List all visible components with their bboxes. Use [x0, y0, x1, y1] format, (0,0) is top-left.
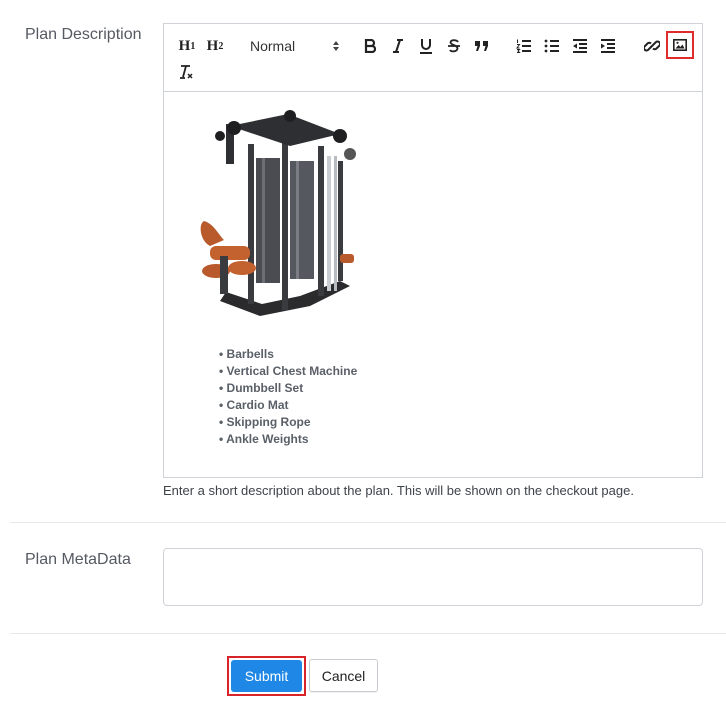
format-select-value: Normal: [250, 38, 296, 54]
heading-2-sub: 2: [218, 40, 224, 52]
bullet-list-button[interactable]: [543, 35, 561, 57]
link-icon: [644, 40, 660, 52]
image-button[interactable]: [666, 31, 694, 59]
bold-button[interactable]: [361, 35, 379, 57]
heading-2-label: H: [206, 37, 219, 54]
gym-machine-image: [200, 110, 356, 316]
editor-content[interactable]: Barbells Vertical Chest Machine Dumbbell…: [164, 92, 702, 478]
indent-icon: [601, 39, 615, 53]
bullet-list-icon: [544, 39, 559, 53]
cancel-button[interactable]: Cancel: [309, 659, 378, 692]
rich-text-editor: H1 H2 Normal • Barbells • Vertical Chest…: [163, 23, 703, 478]
editor-toolbar: H1 H2 Normal: [164, 24, 702, 92]
image-icon: [673, 39, 687, 51]
heading-1-sub: 1: [190, 40, 196, 52]
plan-metadata-input[interactable]: [163, 548, 703, 606]
indent-button[interactable]: [599, 35, 617, 57]
ordered-list-icon: [516, 39, 531, 53]
clear-format-icon: [180, 65, 193, 79]
outdent-icon: [573, 39, 587, 53]
strikethrough-button[interactable]: [445, 35, 463, 57]
submit-highlight: Submit: [227, 656, 306, 696]
heading-1-label: H: [178, 37, 191, 54]
link-button[interactable]: [643, 35, 661, 57]
equipment-list: Barbells Vertical Chest Machine Dumbbell…: [219, 346, 357, 448]
list-item: Cardio Mat: [219, 397, 357, 414]
heading-2-button[interactable]: H2: [205, 35, 225, 57]
list-item: Ankle Weights: [219, 431, 357, 448]
ordered-list-button[interactable]: [515, 35, 533, 57]
list-item: Skipping Rope: [219, 414, 357, 431]
italic-button[interactable]: [389, 35, 407, 57]
underline-button[interactable]: [417, 35, 435, 57]
submit-button[interactable]: Submit: [231, 660, 302, 692]
heading-1-button[interactable]: H1: [177, 35, 197, 57]
list-item: Barbells: [219, 346, 357, 363]
outdent-button[interactable]: [571, 35, 589, 57]
select-arrows-icon: [333, 41, 339, 51]
section-divider: [10, 633, 726, 634]
underline-icon: [420, 39, 432, 54]
plan-description-help-text: Enter a short description about the plan…: [163, 483, 634, 498]
clear-format-button[interactable]: [177, 61, 195, 83]
plan-description-label: Plan Description: [25, 26, 142, 43]
blockquote-icon: [475, 41, 488, 51]
format-select[interactable]: Normal: [250, 35, 340, 57]
strikethrough-icon: [448, 39, 460, 53]
plan-metadata-label: Plan MetaData: [25, 551, 131, 568]
italic-icon: [393, 39, 403, 53]
list-item: Dumbbell Set: [219, 380, 357, 397]
blockquote-button[interactable]: [473, 35, 491, 57]
section-divider: [10, 522, 726, 523]
bold-icon: [364, 39, 376, 53]
list-item: Vertical Chest Machine: [219, 363, 358, 380]
